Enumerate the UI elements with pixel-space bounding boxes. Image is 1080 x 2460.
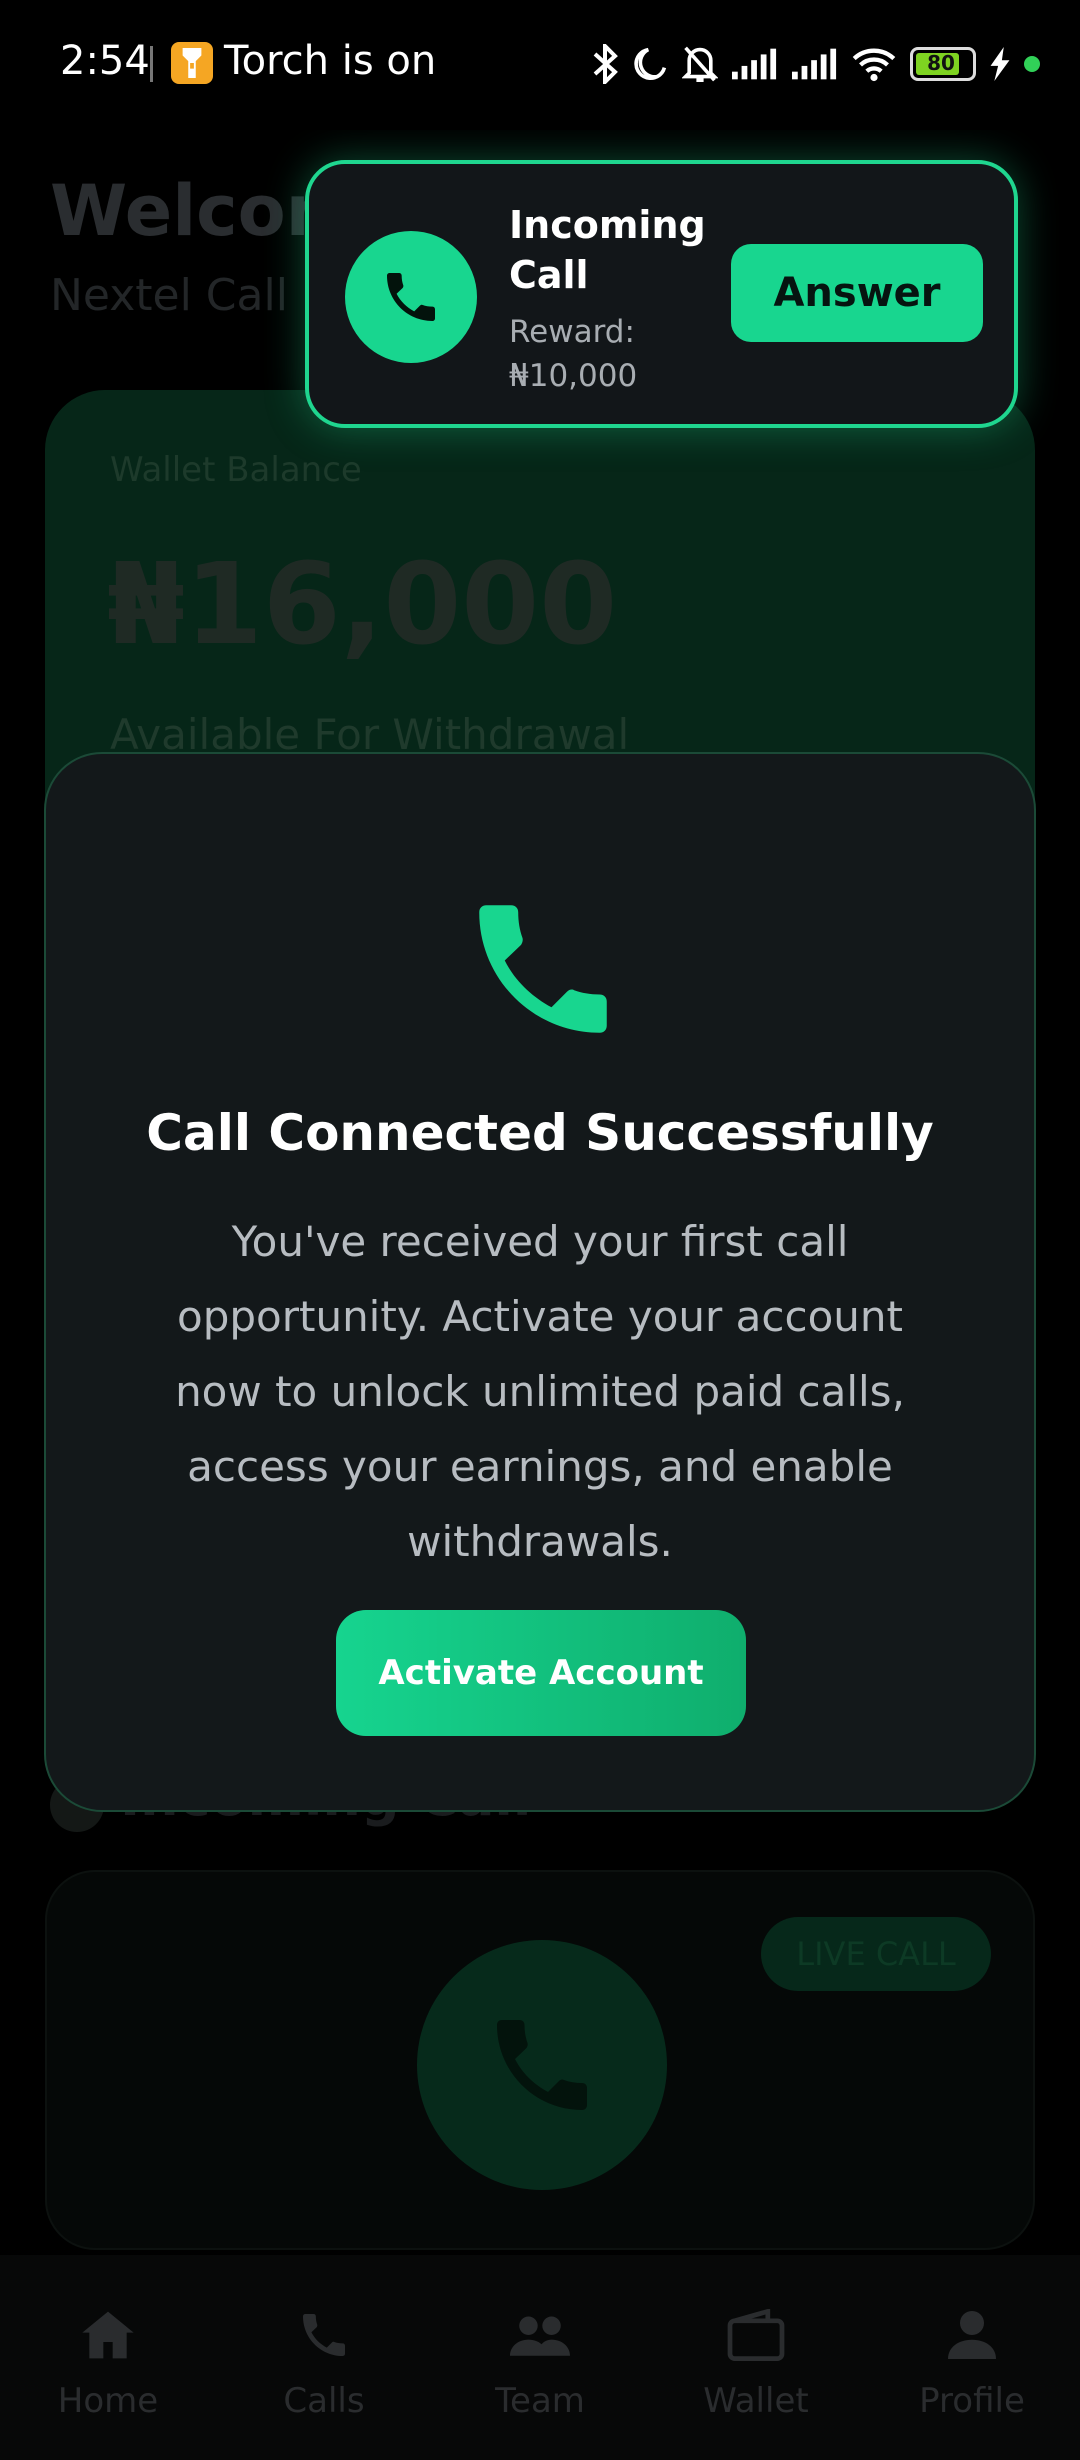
- incoming-call-phone-button[interactable]: [417, 1940, 667, 2190]
- modal-body-text: You've received your first call opportun…: [175, 1217, 905, 1566]
- nav-item-profile[interactable]: Profile: [872, 2255, 1072, 2460]
- torch-icon: [171, 42, 213, 84]
- welcome-subtitle: Nextel Call E: [50, 270, 330, 321]
- wallet-balance-label: Wallet Balance: [110, 450, 362, 490]
- activate-account-button[interactable]: Activate Account: [336, 1610, 746, 1736]
- wifi-icon: [852, 48, 896, 82]
- phone-icon: [296, 2305, 352, 2365]
- team-icon: [510, 2305, 570, 2365]
- nav-item-team[interactable]: Team: [440, 2255, 640, 2460]
- incoming-call-notification[interactable]: Incoming Call Reward: ₦10,000 Answer: [305, 160, 1018, 428]
- nav-item-calls[interactable]: Calls: [224, 2255, 424, 2460]
- call-connected-modal: Call Connected Successfully You've recei…: [44, 752, 1036, 1812]
- nav-item-wallet[interactable]: Wallet: [656, 2255, 856, 2460]
- status-icons: 80: [592, 40, 1040, 88]
- torch-status-text: Torch is on: [224, 38, 437, 84]
- status-time: 2:54: [60, 38, 150, 84]
- notification-title: Incoming Call: [509, 203, 706, 297]
- signal-icon: [792, 48, 837, 80]
- nav-label-team: Team: [495, 2381, 585, 2421]
- status-bar: 2:54 Torch is on 80: [0, 0, 1080, 130]
- phone-icon: [497, 2020, 587, 2110]
- answer-button[interactable]: Answer: [731, 244, 983, 342]
- phone-icon: [387, 273, 435, 321]
- bluetooth-icon: [593, 44, 618, 84]
- signal-icon: [732, 48, 777, 80]
- nav-label-home: Home: [57, 2381, 159, 2421]
- bottom-nav: Home Calls Team Wallet Profile: [0, 2255, 1080, 2460]
- modal-title: Call Connected Successfully: [146, 1104, 934, 1162]
- battery-level: 80: [927, 51, 955, 75]
- privacy-indicator-dot: [1024, 56, 1040, 72]
- charging-icon: [990, 47, 1010, 81]
- incoming-call-card: LIVE CALL: [45, 1870, 1035, 2250]
- moon-icon: [634, 47, 667, 81]
- caller-avatar: [345, 231, 477, 363]
- live-call-badge: LIVE CALL: [761, 1917, 991, 1991]
- status-divider: [150, 46, 153, 82]
- home-icon: [80, 2305, 136, 2365]
- phone-icon: [479, 905, 607, 1033]
- nav-item-home[interactable]: Home: [8, 2255, 208, 2460]
- nav-label-wallet: Wallet: [703, 2381, 809, 2421]
- wallet-icon: [727, 2305, 785, 2365]
- nav-label-profile: Profile: [919, 2381, 1025, 2421]
- wallet-balance-amount: ₦16,000: [107, 540, 618, 670]
- profile-icon: [948, 2305, 996, 2365]
- notification-reward: Reward: ₦10,000: [509, 314, 638, 394]
- bell-off-icon: [682, 46, 718, 82]
- battery-icon: 80: [910, 47, 976, 81]
- nav-label-calls: Calls: [283, 2381, 365, 2421]
